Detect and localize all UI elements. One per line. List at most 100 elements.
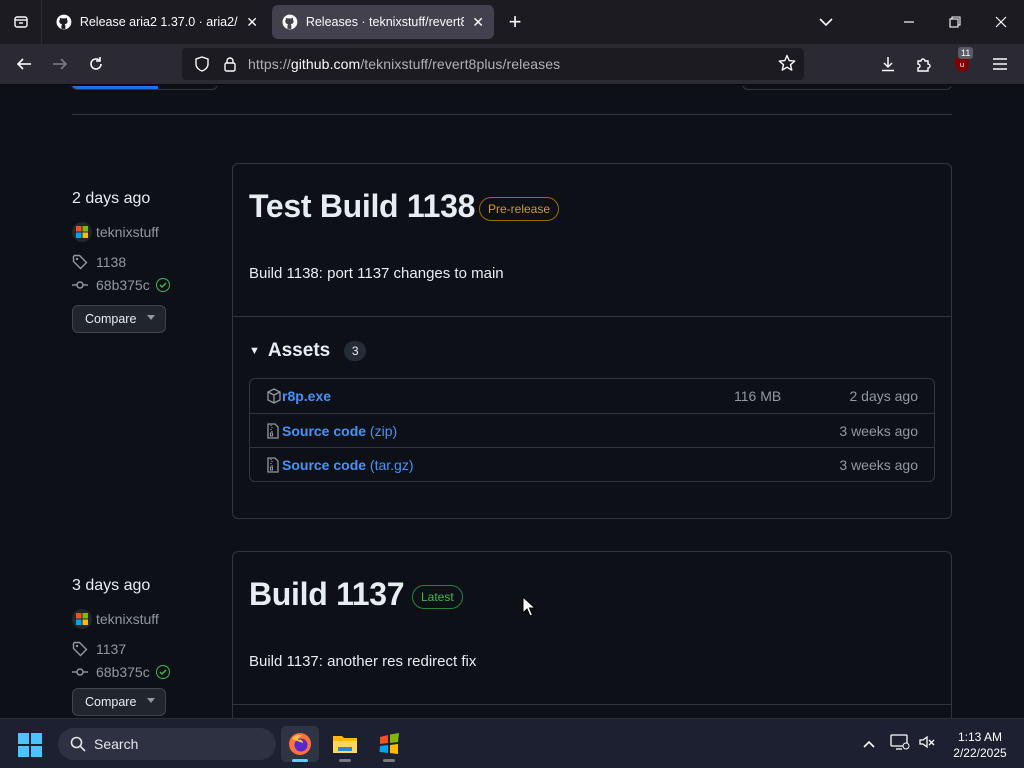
search-releases-partial[interactable] <box>742 86 952 90</box>
release-tag[interactable]: 1137 <box>72 641 126 657</box>
downloads-button[interactable] <box>872 48 904 80</box>
folder-icon <box>333 736 357 753</box>
asset-link[interactable]: Source code (tar.gz) <box>282 457 414 473</box>
hamburger-menu-icon <box>993 58 1007 70</box>
release-meta-1138: 2 days ago teknixstuff 1138 68b375c Comp… <box>72 190 170 333</box>
github-icon <box>56 14 72 30</box>
firefox-icon <box>289 733 311 755</box>
address-bar[interactable]: https://github.com/teknixstuff/revert8pl… <box>182 48 804 80</box>
svg-text:u: u <box>960 61 964 69</box>
restore-button[interactable] <box>938 6 972 38</box>
commit-icon <box>72 277 90 293</box>
minimize-button[interactable] <box>892 6 926 38</box>
system-clock[interactable]: 1:13 AM 2/22/2025 <box>944 729 1016 761</box>
release-date: 2 days ago <box>72 190 151 207</box>
release-description: Build 1138: port 1137 changes to main <box>249 265 504 282</box>
new-tab-button[interactable]: + <box>500 6 530 38</box>
asset-date: 2 days ago <box>849 388 919 404</box>
tag-icon <box>72 254 90 270</box>
extensions-button[interactable] <box>908 48 940 80</box>
tracking-protection-icon[interactable] <box>188 56 216 72</box>
caret-down-icon <box>147 315 155 320</box>
close-window-button[interactable] <box>984 6 1018 38</box>
close-tab-icon[interactable]: ✕ <box>244 14 260 31</box>
windows-logo-icon <box>18 733 42 757</box>
pre-release-badge: Pre-release <box>479 197 560 221</box>
reload-button[interactable] <box>80 48 112 80</box>
ublock-origin-button[interactable]: u 11 <box>946 47 978 80</box>
lock-icon[interactable] <box>216 56 244 72</box>
asset-row: Source code (zip) 3 weeks ago <box>250 413 934 447</box>
firefox-view-button[interactable] <box>0 0 42 44</box>
search-icon <box>70 736 86 752</box>
star-icon[interactable] <box>778 54 796 77</box>
ublock-count-badge: 11 <box>958 47 974 59</box>
assets-toggle[interactable]: ▼ Assets 3 <box>249 340 367 362</box>
network-icon[interactable] <box>890 733 910 756</box>
firefox-view-icon <box>13 16 28 28</box>
avatar <box>72 609 92 629</box>
file-zip-icon <box>266 423 280 444</box>
chevron-up-icon <box>863 740 875 748</box>
clock-time: 1:13 AM <box>957 730 1003 744</box>
start-button[interactable] <box>18 733 42 757</box>
plus-icon: + <box>508 9 522 34</box>
browser-tab-aria2[interactable]: Release aria2 1.37.0 · aria2/aria2 ✕ <box>46 5 268 39</box>
caret-down-icon <box>147 698 155 703</box>
release-card-1137: Build 1137 Latest Build 1137: another re… <box>232 551 952 718</box>
forward-button[interactable] <box>44 48 76 80</box>
tag-icon <box>72 641 90 657</box>
taskbar-search[interactable]: Search <box>58 728 276 760</box>
release-title[interactable]: Build 1137 <box>249 576 405 613</box>
arrow-right-icon <box>53 58 68 70</box>
asset-link[interactable]: r8p.exe <box>282 388 331 404</box>
commit-icon <box>72 664 90 680</box>
chevron-down-icon <box>819 18 833 27</box>
release-meta-1137: 3 days ago teknixstuff 1137 68b375c Comp… <box>72 577 170 716</box>
asset-date: 3 weeks ago <box>839 456 918 473</box>
browser-tab-bar: Release aria2 1.37.0 · aria2/aria2 ✕ Rel… <box>0 0 1024 44</box>
compare-button[interactable]: Compare <box>72 305 166 333</box>
release-title[interactable]: Test Build 1138 <box>249 188 475 225</box>
release-date: 3 days ago <box>72 577 151 594</box>
subnav-tabs-partial[interactable] <box>71 86 218 90</box>
list-all-tabs-button[interactable] <box>812 6 840 38</box>
verified-check-icon[interactable] <box>155 665 170 679</box>
browser-tab-releases[interactable]: Releases · teknixstuff/revert8plus ✕ <box>272 5 494 39</box>
verified-check-icon[interactable] <box>155 278 170 292</box>
assets-list: r8p.exe 116 MB 2 days ago Source code (z… <box>249 378 935 482</box>
asset-size: 116 MB <box>734 388 782 404</box>
taskbar-file-explorer[interactable] <box>326 726 364 762</box>
release-commit[interactable]: 68b375c <box>72 664 170 680</box>
release-tag[interactable]: 1138 <box>72 254 126 270</box>
page-content: 2 days ago teknixstuff 1138 68b375c Comp… <box>0 86 1024 718</box>
divider <box>233 316 951 317</box>
release-description: Build 1137: another res redirect fix <box>249 653 477 670</box>
asset-date: 3 weeks ago <box>839 422 918 439</box>
show-hidden-icons-button[interactable] <box>858 732 880 756</box>
close-tab-icon[interactable]: ✕ <box>470 14 486 31</box>
back-button[interactable] <box>8 48 40 80</box>
asset-link[interactable]: Source code (zip) <box>282 423 397 439</box>
compare-button[interactable]: Compare <box>72 688 166 716</box>
close-icon <box>995 16 1007 28</box>
github-icon <box>282 14 298 30</box>
volume-muted-icon[interactable] <box>918 733 936 756</box>
triangle-down-icon: ▼ <box>249 345 260 357</box>
divider <box>233 704 951 705</box>
assets-count-badge: 3 <box>344 341 367 361</box>
release-commit[interactable]: 68b375c <box>72 277 170 293</box>
package-icon <box>266 388 282 409</box>
minimize-icon <box>904 21 914 23</box>
release-card-1138: Test Build 1138 Pre-release Build 1138: … <box>232 163 952 519</box>
taskbar-app-windows-logo[interactable] <box>370 726 408 762</box>
taskbar-firefox[interactable] <box>281 726 319 762</box>
asset-row: Source code (tar.gz) 3 weeks ago <box>250 447 934 481</box>
latest-badge: Latest <box>412 585 463 609</box>
app-menu-button[interactable] <box>984 48 1016 80</box>
mouse-cursor-icon <box>522 596 536 617</box>
release-author[interactable]: teknixstuff <box>72 609 159 629</box>
release-author[interactable]: teknixstuff <box>72 222 159 242</box>
puzzle-icon <box>917 58 931 72</box>
windows-taskbar: Search 1:13 AM 2/22/2025 <box>0 718 1024 768</box>
